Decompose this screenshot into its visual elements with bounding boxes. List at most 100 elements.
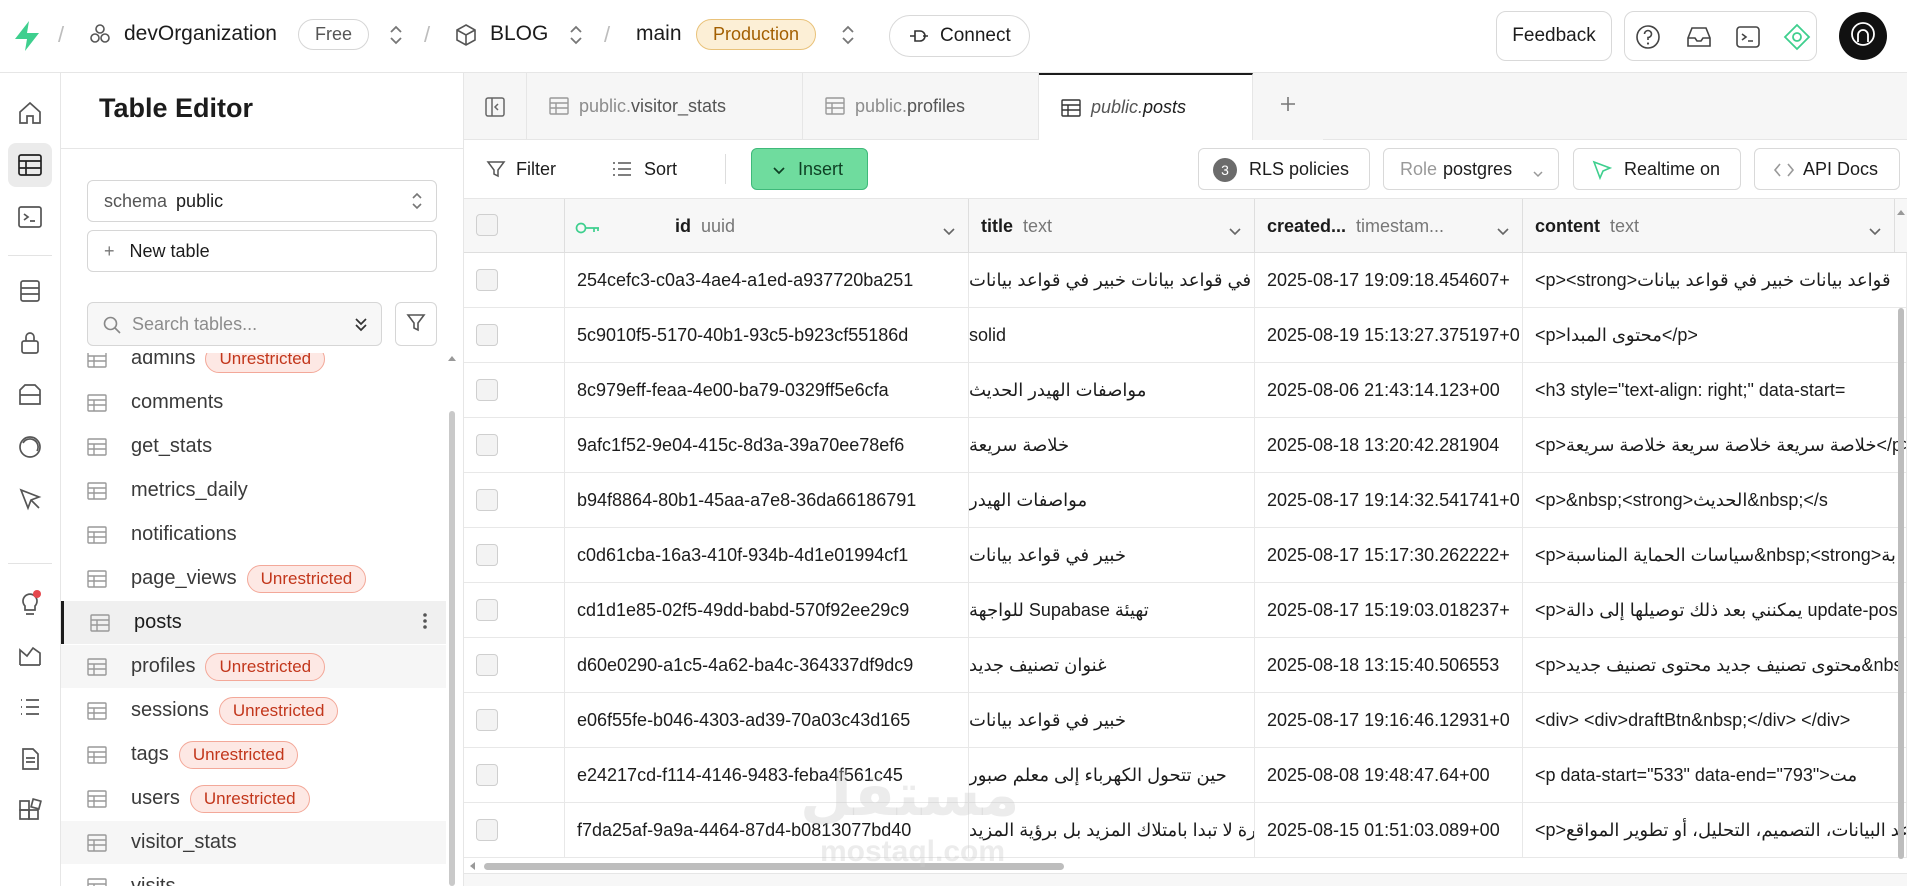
row-checkbox-cell[interactable] xyxy=(464,308,565,363)
cell-content[interactable]: <p>قواعد البيانات، التصميم، التحليل، أو … xyxy=(1523,803,1907,858)
search-tables-input[interactable]: Search tables... xyxy=(87,302,382,346)
row-checkbox-cell[interactable] xyxy=(464,583,565,638)
tab-posts[interactable]: public. posts xyxy=(1039,73,1253,140)
home-icon[interactable] xyxy=(8,91,52,135)
cell-title[interactable]: حين تتحول الكهرباء إلى معلم صبور xyxy=(969,748,1255,803)
terminal-icon[interactable] xyxy=(1735,24,1761,55)
cell-content[interactable]: <p>محتوى المبدا</p> xyxy=(1523,308,1907,363)
row-checkbox-cell[interactable] xyxy=(464,638,565,693)
row-checkbox[interactable] xyxy=(476,434,498,456)
cell-created[interactable]: 2025-08-19 15:13:27.375197+0 xyxy=(1255,308,1523,363)
row-checkbox-cell[interactable] xyxy=(464,693,565,748)
row-checkbox-cell[interactable] xyxy=(464,363,565,418)
table-list-item[interactable]: admins Unrestricted xyxy=(61,353,446,380)
cell-id[interactable]: e06f55fe-b046-4303-ad39-70a03c43d165 xyxy=(565,693,969,748)
row-checkbox-cell[interactable] xyxy=(464,473,565,528)
insert-button[interactable]: Insert xyxy=(751,148,868,190)
cell-id[interactable]: 9afc1f52-9e04-415c-8d3a-39a70ee78ef6 xyxy=(565,418,969,473)
cell-content[interactable]: <div> <div>draftBtn&nbsp;</div> </div> xyxy=(1523,693,1907,748)
table-list-item[interactable]: users Unrestricted xyxy=(61,777,446,820)
cell-title[interactable]: غنوان تصنيف جديد xyxy=(969,638,1255,693)
cell-created[interactable]: 2025-08-17 19:16:46.12931+0 xyxy=(1255,693,1523,748)
toggle-sidebar-icon[interactable] xyxy=(464,73,527,140)
cell-content[interactable]: <p>سياسات الحماية المناسبة&nbsp;<strong>… xyxy=(1523,528,1907,583)
table-row[interactable]: 8c979eff-feaa-4e00-ba79-0329ff5e6cfa مواص… xyxy=(464,363,1907,418)
table-list-item[interactable]: page_views Unrestricted xyxy=(61,557,446,600)
cell-id[interactable]: 8c979eff-feaa-4e00-ba79-0329ff5e6cfa xyxy=(565,363,969,418)
branch-switcher-icon[interactable] xyxy=(840,24,856,46)
cell-created[interactable]: 2025-08-17 19:14:32.541741+0 xyxy=(1255,473,1523,528)
storage-icon[interactable] xyxy=(8,373,52,417)
realtime-icon[interactable] xyxy=(8,477,52,521)
chevron-down-icon[interactable] xyxy=(1496,221,1510,242)
realtime-button[interactable]: Realtime on xyxy=(1573,148,1741,190)
row-checkbox[interactable] xyxy=(476,764,498,786)
cell-title[interactable]: مواصفات الهيدر xyxy=(969,473,1255,528)
cell-id[interactable]: 254cefc3-c0a3-4ae4-a1ed-a937720ba251 xyxy=(565,253,969,308)
cell-id[interactable]: f7da25af-9a9a-4464-87d4-b0813077bd40 xyxy=(565,803,969,858)
row-checkbox[interactable] xyxy=(476,654,498,676)
cell-id[interactable]: e24217cd-f114-4146-9483-feba4f561c45 xyxy=(565,748,969,803)
row-checkbox[interactable] xyxy=(476,379,498,401)
cell-title[interactable]: فرة لا تبدا بامتلاك المزيد بل برؤية المز… xyxy=(969,803,1255,858)
project-name[interactable]: BLOG xyxy=(490,22,548,46)
tab-visitor-stats[interactable]: public. visitor_stats xyxy=(527,73,803,140)
table-list-item[interactable]: sessions Unrestricted xyxy=(61,689,446,732)
cell-content[interactable]: <p><strong>قواعد بيانات خبير في قواعد بي… xyxy=(1523,253,1907,308)
cell-id[interactable]: 5c9010f5-5170-40b1-93c5-b923cf55186d xyxy=(565,308,969,363)
auth-icon[interactable] xyxy=(8,321,52,365)
new-tab-button[interactable] xyxy=(1253,73,1323,140)
cell-content[interactable]: <p>يمكنني بعد ذلك توصيلها إلى دالة updat… xyxy=(1523,583,1907,638)
feedback-button[interactable]: Feedback xyxy=(1496,11,1612,61)
schema-selector[interactable]: schema public xyxy=(87,180,437,222)
sql-editor-icon[interactable] xyxy=(8,195,52,239)
api-docs-button[interactable]: API Docs xyxy=(1754,148,1900,190)
table-list-item[interactable]: comments xyxy=(61,381,446,424)
logs-icon[interactable] xyxy=(8,685,52,729)
row-checkbox[interactable] xyxy=(476,269,498,291)
cell-content[interactable]: <p>محتوى تصنيف جديد محتوى تصنيف جديد&nbs xyxy=(1523,638,1907,693)
table-row[interactable]: 9afc1f52-9e04-415c-8d3a-39a70ee78ef6 خلاص… xyxy=(464,418,1907,473)
row-checkbox[interactable] xyxy=(476,324,498,346)
cell-created[interactable]: 2025-08-15 01:51:03.089+00 xyxy=(1255,803,1523,858)
cell-content[interactable]: <p data-start="533" data-end="793">مت xyxy=(1523,748,1907,803)
cell-created[interactable]: 2025-08-17 15:19:03.018237+ xyxy=(1255,583,1523,638)
cell-title[interactable]: خبير في قواعد بيانات xyxy=(969,528,1255,583)
select-all-checkbox[interactable] xyxy=(464,199,565,253)
cell-content[interactable]: <h3 style="text-align: right;" data-star… xyxy=(1523,363,1907,418)
advisors-icon[interactable] xyxy=(8,581,52,625)
cell-created[interactable]: 2025-08-17 15:17:30.262222+ xyxy=(1255,528,1523,583)
chevron-down-icon[interactable] xyxy=(1228,221,1242,242)
advisor-icon[interactable] xyxy=(1783,23,1811,56)
avatar[interactable] xyxy=(1839,12,1887,60)
org-switcher-icon[interactable] xyxy=(388,24,404,46)
cell-content[interactable]: <p>خلاصة سريعة خلاصة سريعة خلاصة سريعة</… xyxy=(1523,418,1907,473)
table-row[interactable]: c0d61cba-16a3-410f-934b-4d1e01994cf1 خبير… xyxy=(464,528,1907,583)
role-selector[interactable]: Role postgres xyxy=(1383,148,1559,190)
table-list-item[interactable]: visits xyxy=(61,865,446,886)
table-editor-icon[interactable] xyxy=(8,143,52,187)
cell-created[interactable]: 2025-08-17 19:09:18.454607+ xyxy=(1255,253,1523,308)
table-list-item[interactable]: visitor_stats xyxy=(61,821,446,864)
chevron-down-icon[interactable] xyxy=(1868,221,1882,242)
row-checkbox-cell[interactable] xyxy=(464,418,565,473)
sort-button[interactable]: Sort xyxy=(612,148,677,190)
column-header-title[interactable]: title text xyxy=(969,199,1255,253)
cell-title[interactable]: solid xyxy=(969,308,1255,363)
row-checkbox[interactable] xyxy=(476,819,498,841)
row-checkbox-cell[interactable] xyxy=(464,748,565,803)
help-icon[interactable] xyxy=(1635,24,1661,55)
table-list-item[interactable]: metrics_daily xyxy=(61,469,446,512)
new-table-button[interactable]: + New table xyxy=(87,230,437,272)
org-name[interactable]: devOrganization xyxy=(124,22,277,46)
column-header-created-at[interactable]: created... timestam... xyxy=(1255,199,1523,253)
table-list-item[interactable]: notifications xyxy=(61,513,446,556)
table-row[interactable]: f7da25af-9a9a-4464-87d4-b0813077bd40 فرة … xyxy=(464,803,1907,858)
table-row[interactable]: e24217cd-f114-4146-9483-feba4f561c45 حين … xyxy=(464,748,1907,803)
row-checkbox[interactable] xyxy=(476,489,498,511)
table-list-scrollbar[interactable] xyxy=(446,353,458,886)
supabase-logo-icon[interactable] xyxy=(12,20,42,52)
cell-content[interactable]: <p>&nbsp;<strong>الحديث&nbsp;</s xyxy=(1523,473,1907,528)
edge-functions-icon[interactable] xyxy=(8,425,52,469)
column-header-id[interactable]: id uuid xyxy=(565,199,969,253)
